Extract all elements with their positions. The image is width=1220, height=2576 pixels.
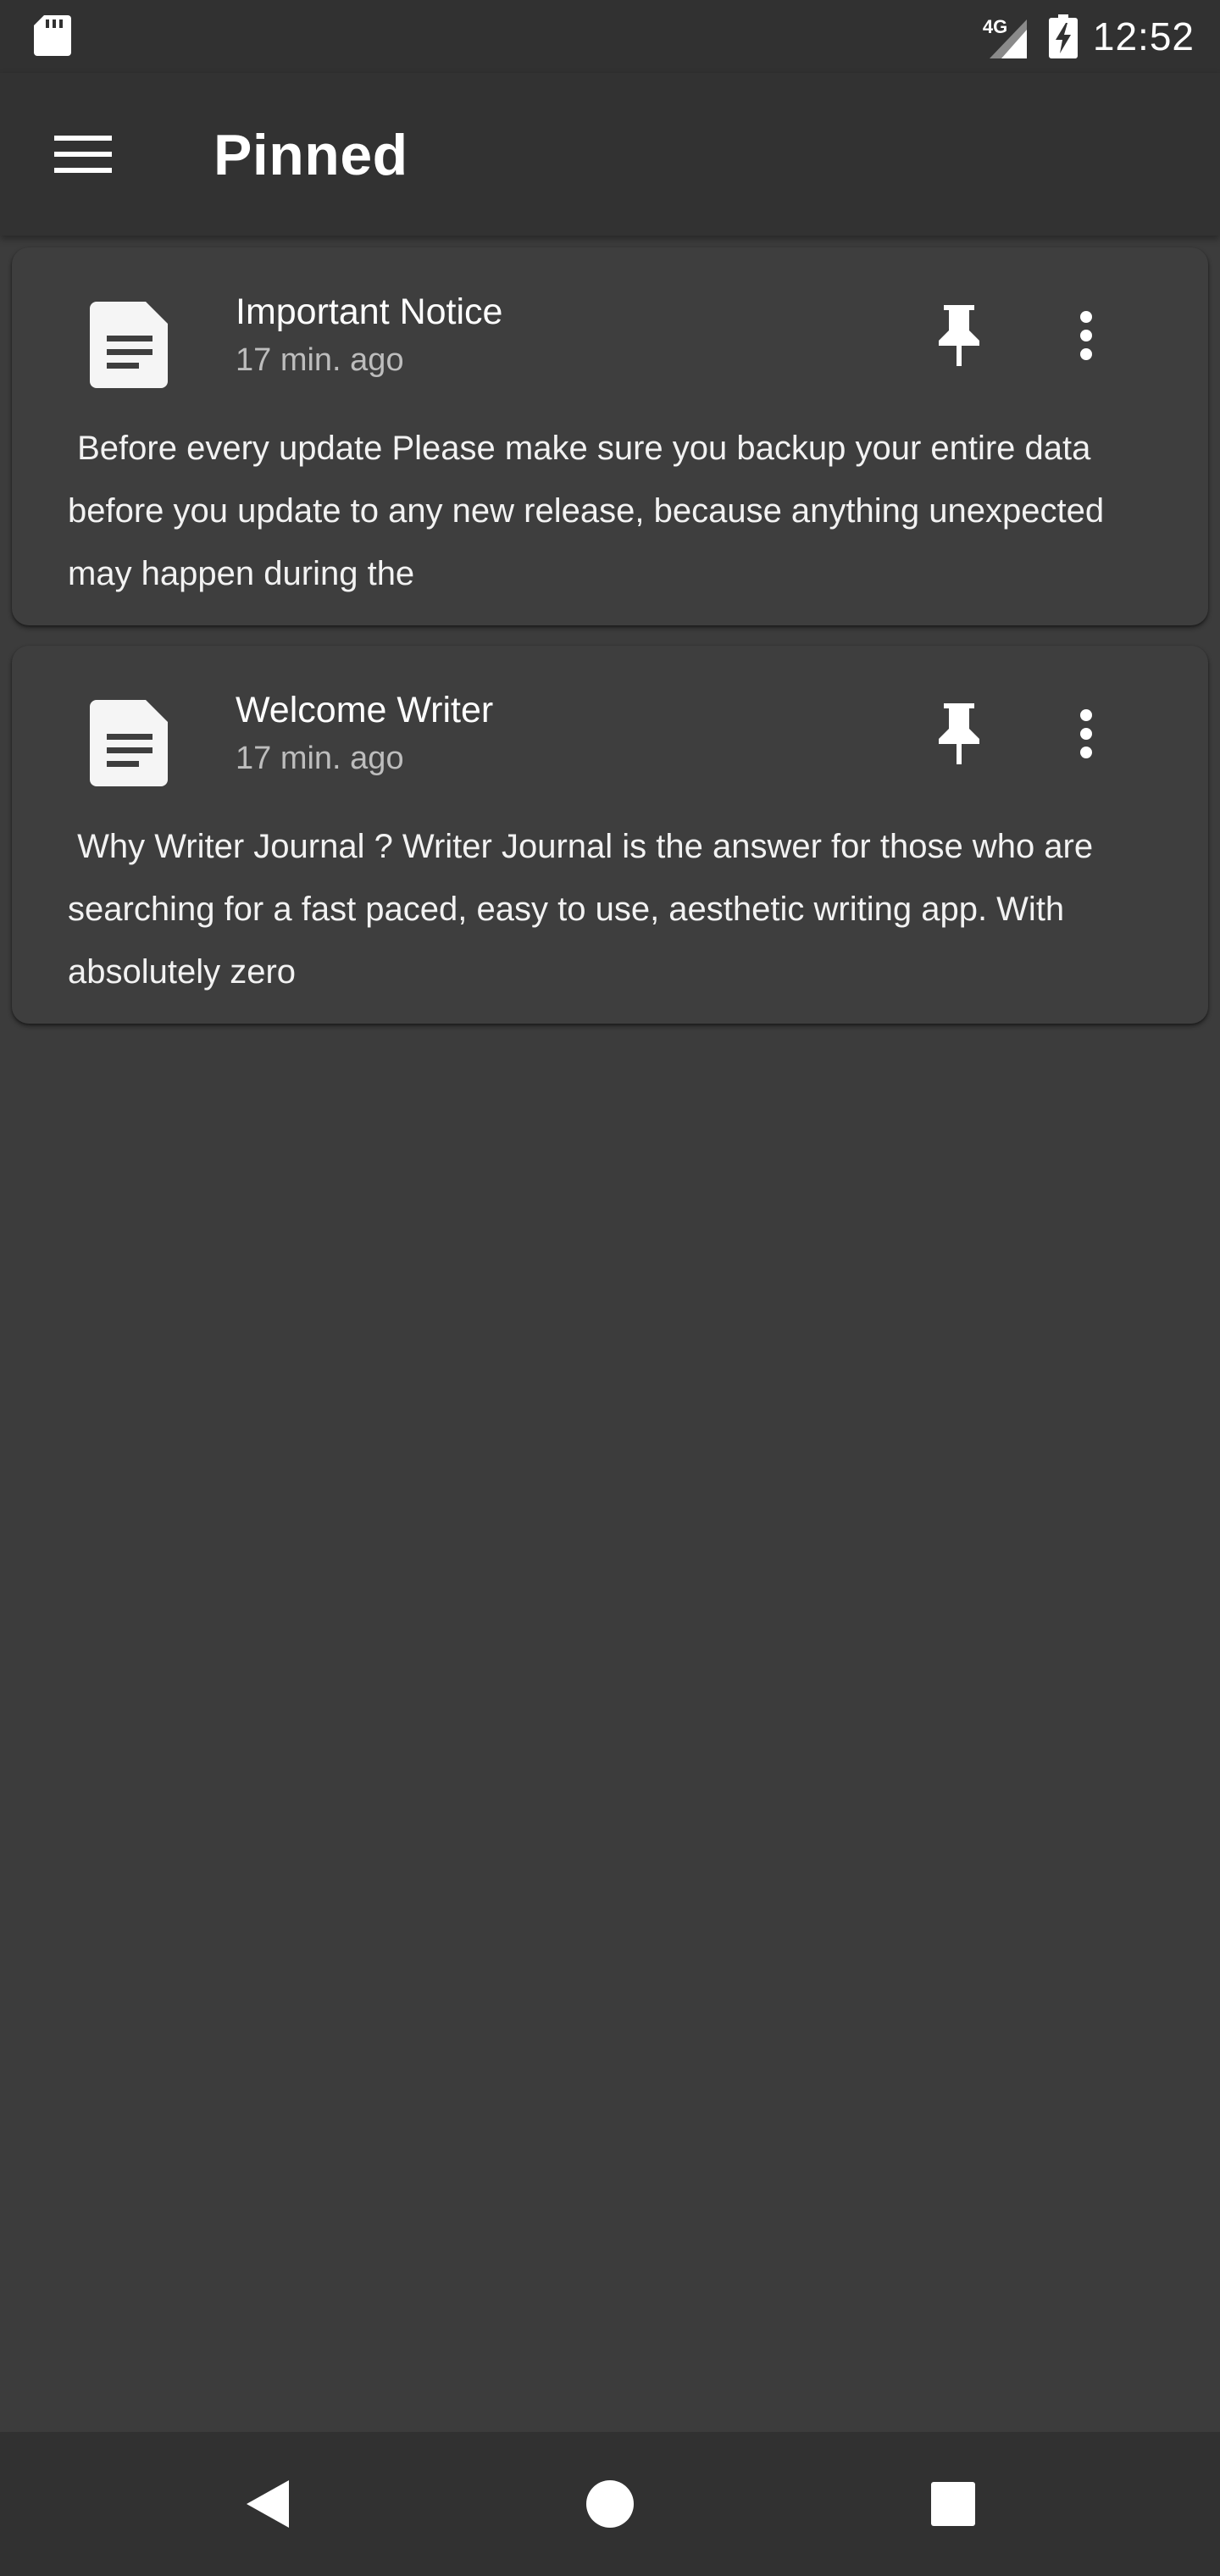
note-card[interactable]: Welcome Writer 17 min. ago Why Writer Jo…: [12, 646, 1208, 1024]
more-options-button[interactable]: [1047, 297, 1125, 375]
note-title: Important Notice: [236, 291, 503, 332]
note-timestamp: 17 min. ago: [236, 741, 404, 776]
back-button[interactable]: [220, 2457, 313, 2551]
more-options-button[interactable]: [1047, 695, 1125, 773]
signal-indicator: 4G: [983, 11, 1034, 62]
more-vert-icon: [1080, 311, 1092, 360]
status-icons: 4G 12:52: [983, 0, 1195, 73]
note-preview: Before every update Please make sure you…: [68, 430, 1105, 592]
home-icon: [586, 2480, 634, 2528]
menu-button[interactable]: [44, 124, 122, 185]
menu-icon: [54, 136, 112, 173]
pin-icon: [939, 703, 979, 764]
app-bar: Pinned: [0, 73, 1220, 236]
pin-button[interactable]: [920, 297, 998, 375]
sd-card-icon: [34, 15, 71, 56]
status-clock: 12:52: [1092, 14, 1195, 58]
note-timestamp: 17 min. ago: [236, 342, 404, 378]
system-nav-bar: [0, 2432, 1220, 2576]
pin-button[interactable]: [920, 695, 998, 773]
pin-icon: [939, 305, 979, 366]
back-icon: [247, 2480, 289, 2528]
page-title: Pinned: [214, 123, 408, 187]
document-icon: [90, 700, 168, 786]
recents-button[interactable]: [907, 2457, 1000, 2551]
more-vert-icon: [1080, 709, 1092, 758]
screen: 4G 12:52 Pinned Important Notice 17 min.…: [0, 0, 1220, 2576]
note-preview: Why Writer Journal ? Writer Journal is t…: [68, 828, 1094, 991]
battery-charging-icon: [1048, 14, 1078, 58]
recents-icon: [931, 2482, 975, 2526]
status-bar: 4G 12:52: [0, 0, 1220, 73]
note-title: Welcome Writer: [236, 690, 494, 730]
document-icon: [90, 302, 168, 388]
home-button[interactable]: [563, 2457, 657, 2551]
signal-icon: [989, 19, 1027, 58]
note-card[interactable]: Important Notice 17 min. ago Before ever…: [12, 247, 1208, 625]
